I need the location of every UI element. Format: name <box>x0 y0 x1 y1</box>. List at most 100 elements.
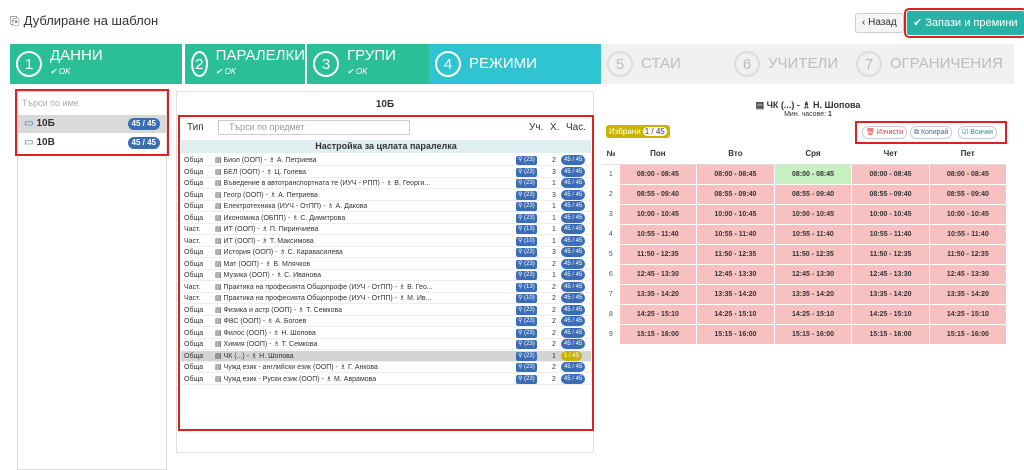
step-status: ✔ OK <box>347 67 368 76</box>
step-regimes[interactable]: 4 РЕЖИМИ <box>429 44 601 84</box>
wizard-steps: 1 ДАННИ ✔ OK 2 ПАРАЛЕЛКИ ✔ OK 3 ГРУПИ ✔ OK … <box>10 44 1014 84</box>
time-slot[interactable]: 11:50 - 12:35 <box>928 244 1006 265</box>
time-slot[interactable]: 11:50 - 12:35 <box>851 244 930 265</box>
selected-chip: Избрани 1 / 45 <box>606 125 670 138</box>
time-slot[interactable]: 13:35 - 14:20 <box>696 284 775 305</box>
step-label: РЕЖИМИ <box>469 55 537 72</box>
time-slot[interactable]: 14:25 - 15:10 <box>618 304 697 325</box>
period-number: 8 <box>603 304 620 325</box>
period-row: 2 08:55 - 09:40 08:55 - 09:40 08:55 - 09:40… <box>603 184 1006 205</box>
period-row: 5 11:50 - 12:35 11:50 - 12:35 11:50 - 12:35… <box>603 244 1006 265</box>
step-number: 4 <box>435 51 461 77</box>
time-slot[interactable]: 10:00 - 10:45 <box>773 204 852 225</box>
page-title: ⎘ Дублиране на шаблон <box>10 13 158 29</box>
period-number: 3 <box>603 204 620 225</box>
step-label: ПАРАЛЕЛКИ <box>215 47 305 64</box>
selected-subject-title: ▤ ЧК (...) - ♗ Н. Шопова <box>755 100 861 110</box>
step-teachers[interactable]: 6 УЧИТЕЛИ <box>728 44 850 84</box>
period-number: 7 <box>603 284 620 305</box>
step-groups[interactable]: 3 ГРУПИ ✔ OK <box>307 44 429 84</box>
min-hours-label: Мин. часове: <box>784 111 827 118</box>
step-label: СТАИ <box>641 55 681 72</box>
step-classes[interactable]: 2 ПАРАЛЕЛКИ ✔ OK <box>185 44 305 84</box>
time-slot[interactable]: 08:00 - 08:45 <box>618 164 697 185</box>
time-slot[interactable]: 12:45 - 13:30 <box>696 264 775 285</box>
col-day: Сря <box>774 144 852 165</box>
time-slot[interactable]: 15:15 - 16:00 <box>928 324 1006 345</box>
selected-label: Избрани <box>609 127 641 136</box>
time-slot[interactable]: 12:45 - 13:30 <box>928 264 1006 285</box>
step-number: 5 <box>607 51 633 77</box>
top-bar: ⎘ Дублиране на шаблон ‹ Назад ✔ Запази и … <box>0 0 1024 42</box>
schedule-grid: № Пон Вто Сря Чет Пет 1 08:00 - 08:45 08:00 - 0… <box>603 144 1006 345</box>
subjects-panel-title: 10Б <box>375 99 395 110</box>
copy-icon: ⎘ <box>10 14 20 28</box>
period-row: 9 15:15 - 16:00 15:15 - 16:00 15:15 - 16:00… <box>603 324 1006 345</box>
save-and-continue-button[interactable]: ✔ Запази и премини <box>904 8 1024 38</box>
time-slot[interactable]: 10:55 - 11:40 <box>618 224 697 245</box>
time-slot[interactable]: 11:50 - 12:35 <box>618 244 697 265</box>
period-row: 4 10:55 - 11:40 10:55 - 11:40 10:55 - 11:40… <box>603 224 1006 245</box>
period-number: 1 <box>603 164 620 185</box>
period-number: 5 <box>603 244 620 265</box>
time-slot[interactable]: 13:35 - 14:20 <box>851 284 930 305</box>
schedule-actions: 🗑 Изчисти ⧉ Копирай ☑ Всички <box>855 121 1007 144</box>
time-slot[interactable]: 10:00 - 10:45 <box>928 204 1006 225</box>
time-slot[interactable]: 12:45 - 13:30 <box>851 264 930 285</box>
time-slot[interactable]: 10:55 - 11:40 <box>851 224 930 245</box>
time-slot[interactable]: 12:45 - 13:30 <box>773 264 852 285</box>
period-number: 6 <box>603 264 620 285</box>
time-slot[interactable]: 14:25 - 15:10 <box>696 304 775 325</box>
copy-button[interactable]: ⧉ Копирай <box>910 126 953 139</box>
time-slot[interactable]: 14:25 - 15:10 <box>928 304 1006 325</box>
time-slot[interactable]: 15:15 - 16:00 <box>618 324 697 345</box>
time-slot[interactable]: 08:00 - 08:45 <box>696 164 775 185</box>
time-slot[interactable]: 08:55 - 09:40 <box>851 184 930 205</box>
min-hours: Мин. часове: 1 <box>603 111 1013 118</box>
period-number: 9 <box>603 324 620 345</box>
time-slot[interactable]: 15:15 - 16:00 <box>851 324 930 345</box>
col-day: Пон <box>619 144 697 165</box>
time-slot[interactable]: 08:55 - 09:40 <box>618 184 697 205</box>
time-slot[interactable]: 14:25 - 15:10 <box>851 304 930 325</box>
period-row: 8 14:25 - 15:10 14:25 - 15:10 14:25 - 15:10… <box>603 304 1006 325</box>
time-slot[interactable]: 10:00 - 10:45 <box>618 204 697 225</box>
time-slot[interactable]: 10:55 - 11:40 <box>696 224 775 245</box>
time-slot[interactable]: 10:00 - 10:45 <box>851 204 930 225</box>
time-slot[interactable]: 15:15 - 16:00 <box>696 324 775 345</box>
select-all-button[interactable]: ☑ Всички <box>958 126 997 139</box>
time-slot[interactable]: 08:00 - 08:45 <box>928 164 1006 185</box>
step-number: 6 <box>734 51 760 77</box>
selected-count: 1 / 45 <box>642 127 667 136</box>
time-slot[interactable]: 10:00 - 10:45 <box>696 204 775 225</box>
time-slot[interactable]: 13:35 - 14:20 <box>928 284 1006 305</box>
period-number: 4 <box>603 224 620 245</box>
time-slot[interactable]: 08:00 - 08:45 <box>773 164 852 185</box>
time-slot[interactable]: 10:55 - 11:40 <box>928 224 1006 245</box>
period-row: 6 12:45 - 13:30 12:45 - 13:30 12:45 - 13:30… <box>603 264 1006 285</box>
time-slot[interactable]: 08:55 - 09:40 <box>928 184 1006 205</box>
time-slot[interactable]: 10:55 - 11:40 <box>773 224 852 245</box>
time-slot[interactable]: 13:35 - 14:20 <box>618 284 697 305</box>
time-slot[interactable]: 14:25 - 15:10 <box>773 304 852 325</box>
time-slot[interactable]: 11:50 - 12:35 <box>696 244 775 265</box>
time-slot[interactable]: 08:55 - 09:40 <box>773 184 852 205</box>
time-slot[interactable]: 15:15 - 16:00 <box>773 324 852 345</box>
step-number: 2 <box>191 51 208 77</box>
step-constraints[interactable]: 7 ОГРАНИЧЕНИЯ <box>850 44 1014 84</box>
step-label: ГРУПИ <box>347 47 396 64</box>
time-slot[interactable]: 11:50 - 12:35 <box>773 244 852 265</box>
step-rooms[interactable]: 5 СТАИ <box>601 44 728 84</box>
back-button[interactable]: ‹ Назад <box>855 13 904 33</box>
page-title-text: Дублиране на шаблон <box>23 13 159 28</box>
time-slot[interactable]: 08:00 - 08:45 <box>851 164 930 185</box>
time-slot[interactable]: 13:35 - 14:20 <box>773 284 852 305</box>
clear-button[interactable]: 🗑 Изчисти <box>862 126 908 139</box>
step-status: ✔ OK <box>215 67 237 76</box>
period-row: 1 08:00 - 08:45 08:00 - 08:45 08:00 - 08:45… <box>603 164 1006 185</box>
step-number: 1 <box>16 51 42 77</box>
step-data[interactable]: 1 ДАННИ ✔ OK <box>10 44 182 84</box>
period-row: 3 10:00 - 10:45 10:00 - 10:45 10:00 - 10:45… <box>603 204 1006 225</box>
time-slot[interactable]: 12:45 - 13:30 <box>618 264 697 285</box>
time-slot[interactable]: 08:55 - 09:40 <box>696 184 775 205</box>
